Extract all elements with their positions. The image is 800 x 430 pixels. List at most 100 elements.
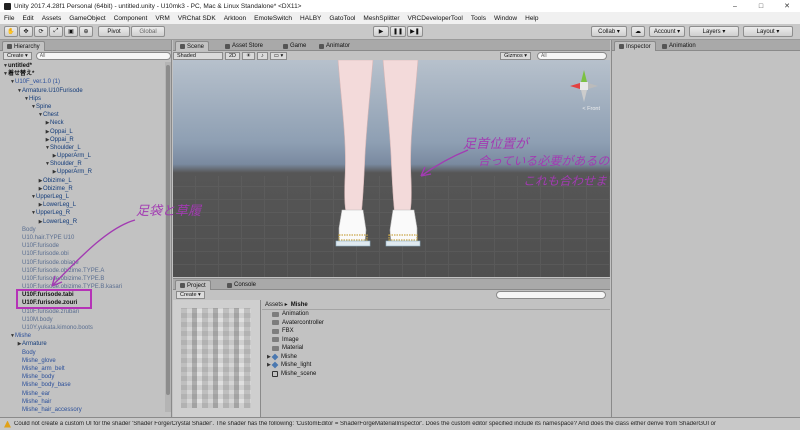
hierarchy-row[interactable]: ▶ UpperArm_L — [0, 152, 166, 160]
asset-item[interactable]: FBX — [262, 327, 610, 336]
hierarchy-search-input[interactable]: All — [35, 52, 171, 60]
menu-item-component[interactable]: Component — [114, 15, 148, 22]
menu-item-halby[interactable]: HALBY — [300, 15, 321, 22]
asset-item[interactable]: ▶ Mishe_light — [262, 361, 610, 370]
asset-item[interactable]: Image — [262, 336, 610, 345]
move-tool-button[interactable]: ✥ — [19, 26, 33, 37]
pivot-toggle[interactable]: Pivot — [98, 26, 130, 37]
shading-mode-dropdown[interactable]: Shaded — [173, 51, 223, 60]
breadcrumb-assets[interactable]: Assets ▸ — [265, 301, 288, 308]
tab-game[interactable]: Game — [279, 41, 310, 51]
rect-tool-button[interactable]: ▣ — [64, 26, 78, 37]
tab-asset-store[interactable]: Asset Store — [221, 41, 267, 51]
menu-item-vrm[interactable]: VRM — [155, 15, 169, 22]
hierarchy-row[interactable]: ▶ Obizime_R — [0, 185, 166, 193]
annotation-feet-line3: これも合わせます。 — [523, 174, 610, 188]
hierarchy-row[interactable]: ▼ Mishe — [0, 332, 166, 340]
hierarchy-row[interactable]: ▼ Shoulder_L — [0, 144, 166, 152]
hierarchy-row[interactable]: ▶ Armature — [0, 340, 166, 348]
close-button[interactable]: ✕ — [774, 2, 800, 10]
hierarchy-row[interactable]: ▼ untitled* — [0, 62, 166, 70]
hierarchy-row[interactable]: Mishe_arm_belt — [0, 365, 166, 373]
global-toggle[interactable]: Global — [131, 26, 165, 37]
hierarchy-row[interactable]: Mishe_body_base — [0, 381, 166, 389]
hierarchy-scrollbar[interactable] — [165, 62, 171, 412]
menu-item-assets[interactable]: Assets — [42, 15, 62, 22]
menu-item-vrcdevelopertool[interactable]: VRCDeveloperTool — [408, 15, 463, 22]
menu-item-file[interactable]: File — [4, 15, 14, 22]
hierarchy-row[interactable]: Body — [0, 349, 166, 357]
tab-animation[interactable]: Animation — [658, 41, 700, 51]
account-dropdown[interactable]: Account ▾ — [649, 26, 685, 37]
hierarchy-row[interactable]: ▼ Spine — [0, 103, 166, 111]
hierarchy-row[interactable]: ▶ Obizime_L — [0, 177, 166, 185]
asset-item[interactable]: ▶ Mishe — [262, 353, 610, 362]
hand-tool-button[interactable]: ✋ — [4, 26, 18, 37]
tab-inspector[interactable]: Inspector — [614, 41, 656, 51]
menu-item-edit[interactable]: Edit — [22, 15, 33, 22]
lighting-toggle[interactable]: ☀ — [242, 51, 255, 60]
menu-item-help[interactable]: Help — [525, 15, 538, 22]
collab-button[interactable]: Collab ▾ — [591, 26, 627, 37]
scene-search-input[interactable]: All — [537, 51, 607, 60]
cloud-icon[interactable]: ☁ — [631, 26, 645, 37]
menu-item-arktoon[interactable]: Arktoon — [224, 15, 246, 22]
tab-project[interactable]: Project — [175, 280, 211, 290]
minimize-button[interactable]: – — [722, 3, 748, 10]
menu-item-tools[interactable]: Tools — [471, 15, 486, 22]
hierarchy-row[interactable]: U10Y.yukata.kimono.boots — [0, 324, 166, 332]
hierarchy-row[interactable]: Mishe_body — [0, 373, 166, 381]
hierarchy-row[interactable]: ▼ 着せ替え* — [0, 70, 166, 78]
breadcrumb-mishe[interactable]: Mishe — [291, 302, 308, 308]
orientation-gizmo[interactable] — [566, 68, 602, 108]
effects-dropdown[interactable]: ▭ ▾ — [269, 51, 288, 60]
scale-tool-button[interactable]: ⤢ — [49, 26, 63, 37]
asset-item[interactable]: Animation — [262, 310, 610, 319]
menu-item-window[interactable]: Window — [494, 15, 517, 22]
menu-item-vrchat-sdk[interactable]: VRChat SDK — [178, 15, 216, 22]
hierarchy-row[interactable]: ▼ U10F_ver.1.0 (1) — [0, 78, 166, 86]
play-button[interactable]: ▶ — [373, 26, 389, 37]
transform-tool-button[interactable]: ⊕ — [79, 26, 93, 37]
hierarchy-create-button[interactable]: Create ▾ — [3, 52, 32, 60]
pause-button[interactable]: ❚❚ — [390, 26, 406, 37]
hierarchy-scroll-thumb[interactable] — [166, 65, 170, 395]
rotate-tool-button[interactable]: ⟳ — [34, 26, 48, 37]
tab-hierarchy[interactable]: Hierarchy — [2, 41, 45, 51]
scene-viewport[interactable]: < Front 足首位置が 合っている必要があるので これも合わせます。 — [173, 60, 610, 277]
layers-dropdown[interactable]: Layers ▾ — [689, 26, 739, 37]
asset-item[interactable]: Avatercontroller — [262, 319, 610, 328]
step-button[interactable]: ▶❚ — [407, 26, 423, 37]
2d-toggle[interactable]: 2D — [225, 51, 241, 60]
layout-dropdown[interactable]: Layout ▾ — [743, 26, 793, 37]
maximize-button[interactable]: □ — [748, 3, 774, 10]
model-icon — [271, 361, 279, 369]
menu-item-meshsplitter[interactable]: MeshSplitter — [363, 15, 399, 22]
hierarchy-row[interactable]: ▶ UpperArm_R — [0, 168, 166, 176]
hierarchy-row[interactable]: ▶ Neck — [0, 119, 166, 127]
gizmos-dropdown[interactable]: Gizmos ▾ — [500, 51, 531, 60]
asset-item[interactable]: Material — [262, 344, 610, 353]
hierarchy-row[interactable]: Mishe_glove — [0, 357, 166, 365]
hierarchy-row[interactable]: Mishe_ear — [0, 390, 166, 398]
menu-item-gatotool[interactable]: GatoTool — [329, 15, 355, 22]
project-create-button[interactable]: Create ▾ — [176, 291, 205, 299]
tab-scene[interactable]: Scene — [175, 41, 210, 51]
asset-item[interactable]: Mishe_scene — [262, 370, 610, 379]
menu-item-emoteswitch[interactable]: EmoteSwitch — [254, 15, 292, 22]
hierarchy-row[interactable]: ▼ Hips — [0, 95, 166, 103]
tab-animator[interactable]: Animator — [315, 41, 354, 51]
hierarchy-row[interactable]: ▶ Oppai_L — [0, 128, 166, 136]
hierarchy-row[interactable]: ▶ Oppai_R — [0, 136, 166, 144]
hierarchy-row[interactable]: ▼ Shoulder_R — [0, 160, 166, 168]
audio-toggle[interactable]: ♪ — [256, 51, 268, 60]
hierarchy-row[interactable]: Mishe_hair_accessory — [0, 406, 166, 414]
project-search-input[interactable] — [496, 291, 606, 299]
annotation-arrow-feet — [420, 149, 469, 177]
menu-item-gameobject[interactable]: GameObject — [69, 15, 106, 22]
hierarchy-row[interactable]: ▼ Armature.U10Furisode — [0, 87, 166, 95]
hierarchy-row[interactable]: Mishe_hair — [0, 398, 166, 406]
hierarchy-row[interactable]: ▼ Chest — [0, 111, 166, 119]
tab-console[interactable]: Console — [223, 280, 260, 290]
hierarchy-row[interactable]: U10M.body — [0, 316, 166, 324]
